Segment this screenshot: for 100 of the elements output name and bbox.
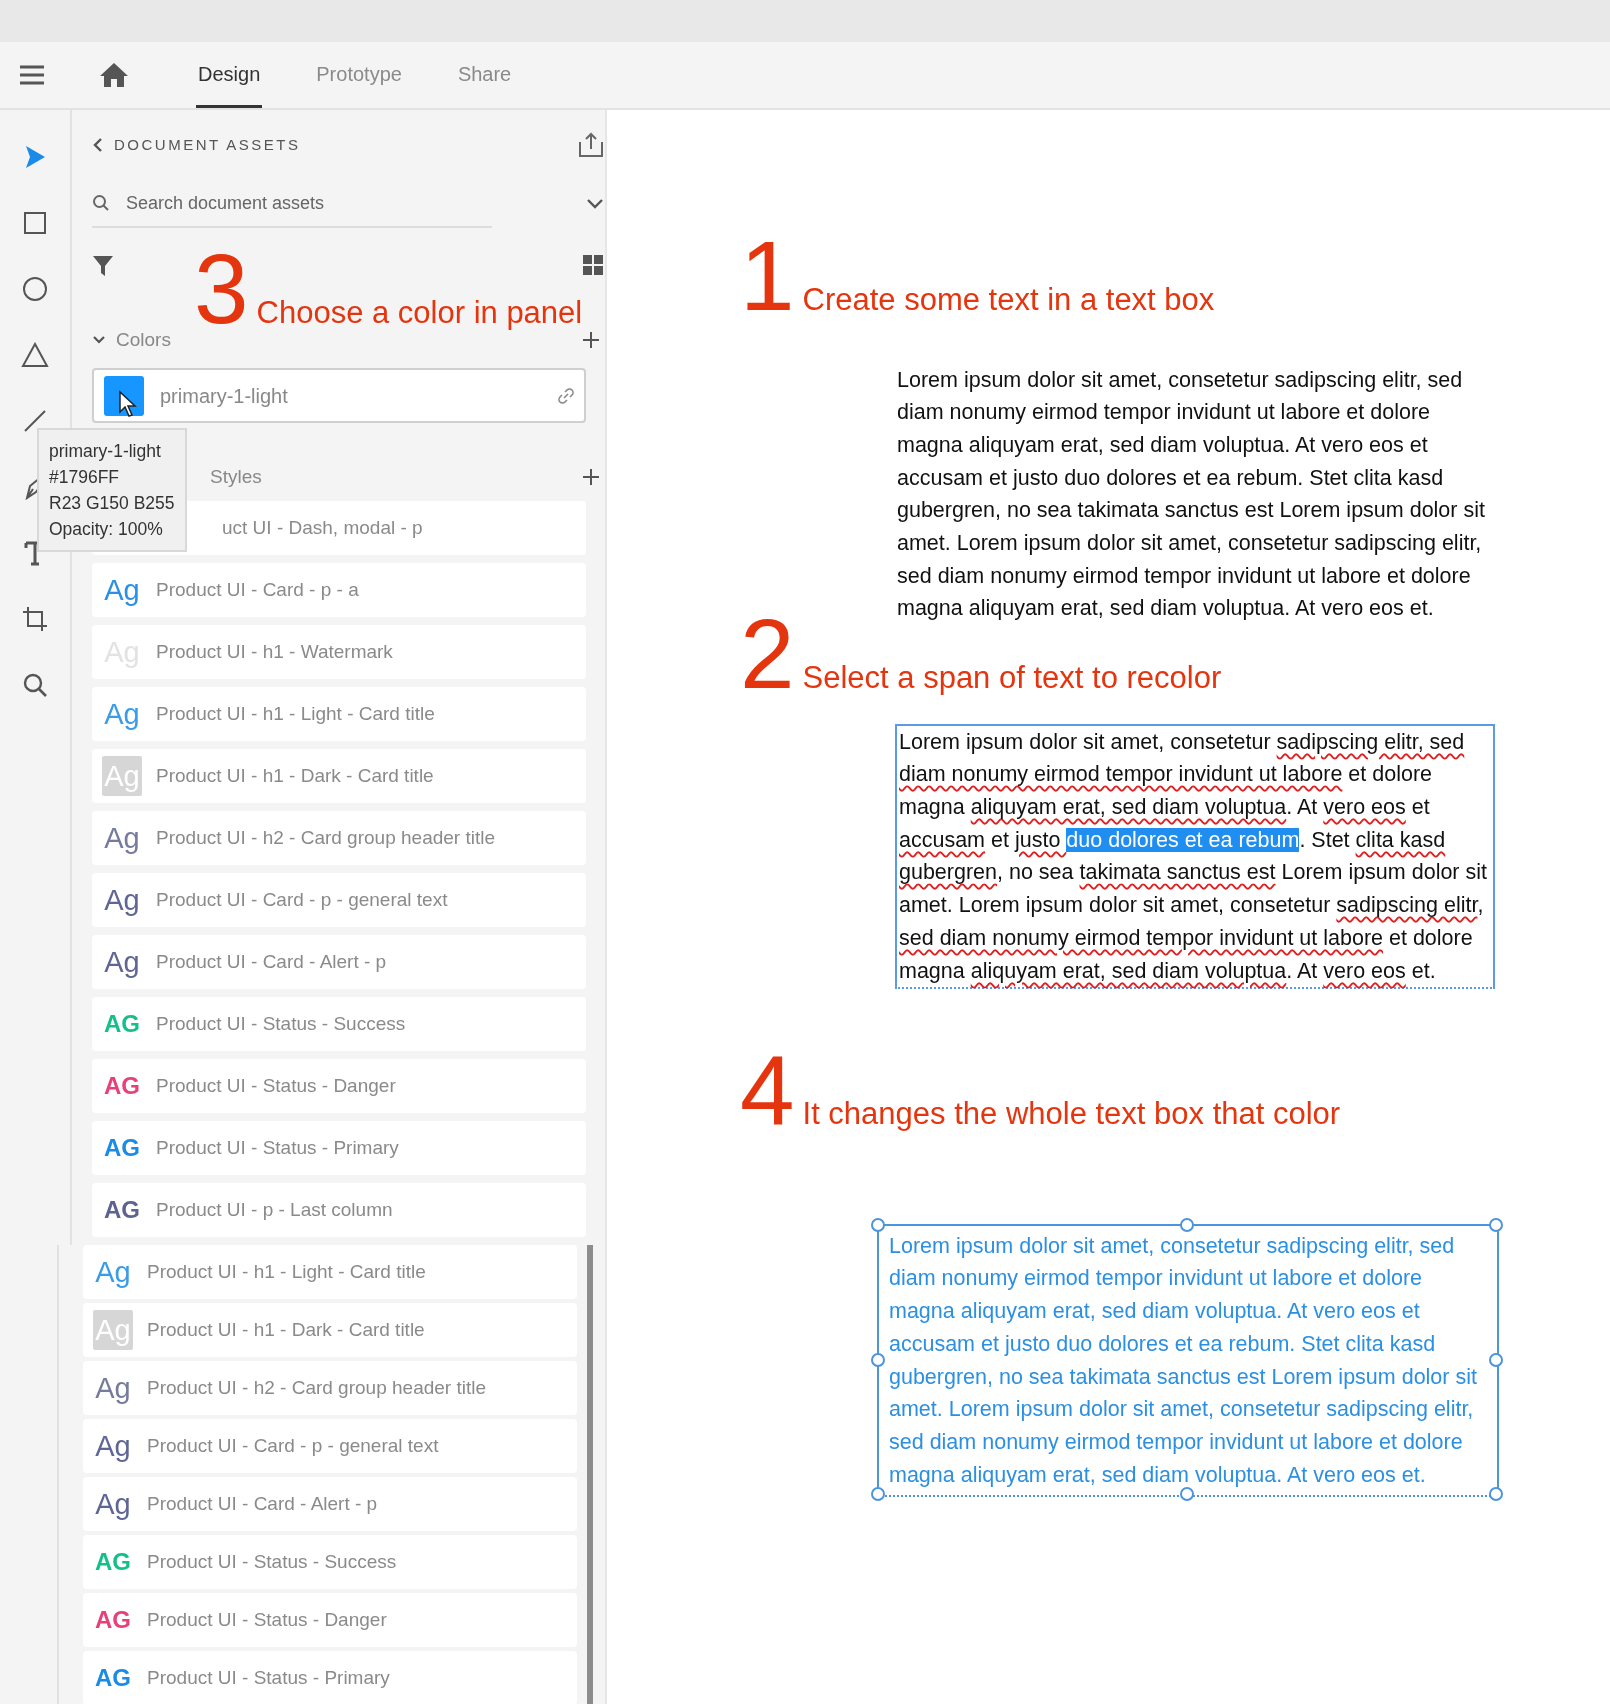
text-style-swatch: Ag (93, 1252, 133, 1292)
section-label: Colors (116, 327, 171, 352)
search-input[interactable]: Search document assets (124, 188, 464, 218)
step-caption: Select a span of text to recolor (802, 659, 1222, 698)
style-item[interactable]: Ag Product UI - h2 - Card group header title (83, 1361, 577, 1415)
style-name: Product UI - Card - Alert - p (147, 1491, 378, 1516)
link-icon[interactable] (558, 387, 574, 404)
search-icon[interactable] (22, 672, 48, 698)
section-label: Styles (210, 464, 262, 489)
style-name: Product UI - Status - Success (156, 1011, 406, 1036)
text-style-swatch: AG (102, 1066, 142, 1106)
style-item[interactable]: AG Product UI - Status - Primary (83, 1651, 577, 1704)
style-name: Product UI - h1 - Light - Card title (147, 1259, 426, 1284)
color-item[interactable]: primary-1-light (92, 368, 586, 423)
search-icon (92, 194, 110, 212)
resize-handle[interactable] (1489, 1217, 1503, 1232)
plus-icon[interactable] (582, 468, 601, 486)
resize-handle[interactable] (1489, 1352, 1503, 1367)
style-name: Product UI - Card - p - general text (147, 1433, 439, 1458)
menu-icon[interactable] (18, 64, 46, 86)
chevron-icon[interactable] (92, 334, 106, 346)
style-item[interactable]: AG Product UI - Status - Success (92, 997, 586, 1051)
share-icon[interactable] (578, 132, 605, 158)
text-box[interactable]: Lorem ipsum dolor sit amet, consetetur sadipscing elitr, sed diam nonumy eirmod tempor invidunt ut labore et dolore magna aliquyam erat, sed diam voluptua. At vero eos et accusam et justo duo dolores et ea rebum. Stet clita kasd gubergren, no sea takimata sanctus est Lorem ipsum dolor sit amet. Lorem ipsum dolor sit amet, consetetur sadipscing elitr, sed diam nonumy eirmod tempor invidunt ut labore et dolore magna aliquyam erat, sed diam voluptua. At vero eos et. (895, 723, 1495, 990)
resize-handle[interactable] (1180, 1487, 1194, 1502)
text-style-swatch: Ag (102, 818, 142, 858)
step-number: 3 (194, 248, 249, 332)
body-text: Lorem ipsum dolor sit amet, consetetur sadipscing elitr, sed diam nonumy eirmod tempor invidunt ut labore et dolore magna aliquyam erat, sed diam voluptua. At vero eos et accusam et justo duo dolores et ea rebum. Stet clita kasd gubergren, no sea takimata sanctus est Lorem ipsum dolor sit amet. Lorem ipsum dolor sit amet, consetetur sadipscing elitr, sed diam nonumy eirmod tempor invidunt ut labore et dolore magna aliquyam erat, sed diam voluptua. At vero eos et. (889, 1232, 1478, 1489)
search-field[interactable]: Search document assets (92, 180, 492, 228)
style-item[interactable]: Ag Product UI - Card - Alert - p (83, 1477, 577, 1531)
resize-handle[interactable] (1489, 1487, 1503, 1502)
style-item[interactable]: Ag Product UI - Card - p - a (92, 563, 586, 617)
app-tab[interactable]: Share (455, 42, 514, 108)
style-name: Product UI - Status - Success (147, 1549, 397, 1574)
circle-icon[interactable] (22, 276, 48, 302)
style-item[interactable]: Ag Product UI - Card - p - general text (92, 873, 586, 927)
home-icon[interactable] (99, 62, 129, 88)
color-name: primary-1-light (160, 383, 289, 409)
style-name: Product UI - h1 - Light - Card title (156, 701, 435, 726)
scrollbar[interactable] (587, 1245, 593, 1704)
grid-view-icon[interactable] (582, 254, 605, 276)
style-item[interactable]: AG Product UI - p - Last column (92, 1183, 586, 1237)
text-style-swatch: Ag (102, 880, 142, 920)
back-chevron-icon[interactable] (92, 137, 104, 153)
style-name: Product UI - h1 - Dark - Card title (156, 763, 434, 788)
text-style-swatch: Ag (102, 694, 142, 734)
step-number: 4 (740, 1049, 795, 1133)
artboard-icon[interactable] (22, 606, 48, 632)
style-name: Product UI - p - Last column (156, 1197, 393, 1222)
filter-icon[interactable] (92, 254, 114, 278)
style-item[interactable]: Ag Product UI - Card - Alert - p (92, 935, 586, 989)
style-name: Product UI - Status - Primary (147, 1665, 390, 1690)
text-style-swatch: AG (102, 1004, 142, 1044)
style-item[interactable]: Ag Product UI - h2 - Card group header title (92, 811, 586, 865)
text-style-swatch: AG (93, 1658, 133, 1698)
step-number: 2 (740, 613, 795, 697)
resize-handle[interactable] (871, 1352, 885, 1367)
step-caption: Create some text in a text box (802, 281, 1215, 319)
style-name: Product UI - Status - Danger (147, 1607, 387, 1632)
text-style-swatch: AG (93, 1600, 133, 1640)
style-name: Product UI - h1 - Dark - Card title (147, 1317, 425, 1342)
triangle-icon[interactable] (21, 342, 49, 368)
body-text: Lorem ipsum dolor sit amet, consetetur sadipscing elitr, sed diam nonumy eirmod tempor invidunt ut labore et dolore magna aliquyam erat, sed diam voluptua. At vero eos et accusam et justo duo dolores et ea rebum. Stet clita kasd gubergren, no sea takimata sanctus est Lorem ipsum dolor sit amet. Lorem ipsum dolor sit amet, consetetur sadipscing elitr, sed diam nonumy eirmod tempor invidunt ut labore et dolore magna aliquyam erat, sed diam voluptua. At vero eos et. (897, 366, 1486, 623)
tooltip-text: primary-1-light (49, 440, 162, 463)
style-item[interactable]: AG Product UI - Status - Danger (83, 1593, 577, 1647)
text-style-swatch: AG (93, 1542, 133, 1582)
text-style-swatch: Ag (102, 942, 142, 982)
text-style-swatch: Ag (102, 570, 142, 610)
resize-handle[interactable] (871, 1217, 885, 1232)
panel-title: DOCUMENT ASSETS (114, 134, 301, 155)
text-style-swatch: Ag (93, 1368, 133, 1408)
step-number: 1 (740, 235, 795, 319)
step-caption: Choose a color in panel (256, 294, 583, 332)
line-icon[interactable] (23, 409, 47, 433)
style-item[interactable]: Ag Product UI - h1 - Light - Card title (92, 687, 586, 741)
style-name: Product UI - Card - p - a (156, 577, 359, 602)
chevron-down-icon[interactable] (586, 198, 605, 210)
style-name: uct UI - Dash, modal - p (222, 515, 423, 540)
style-name: Product UI - Status - Primary (156, 1135, 399, 1160)
step-caption: It changes the whole text box that color (802, 1095, 1341, 1134)
rectangle-icon[interactable] (23, 211, 47, 235)
style-name: Product UI - h2 - Card group header title (156, 825, 495, 850)
text-style-swatch: Ag (93, 1426, 133, 1466)
text-style-swatch: Ag (93, 1484, 133, 1524)
style-name: Product UI - Card - p - general text (156, 887, 448, 912)
style-item[interactable]: Ag Product UI - Card - p - general text (83, 1419, 577, 1473)
style-item[interactable]: Ag Product UI - h1 - Light - Card title (83, 1245, 577, 1299)
resize-handle[interactable] (871, 1487, 885, 1502)
resize-handle[interactable] (1180, 1217, 1194, 1232)
style-name: Product UI - h2 - Card group header title (147, 1375, 486, 1400)
style-name: Product UI - h1 - Watermark (156, 639, 393, 664)
app-tab[interactable]: Prototype (314, 42, 404, 108)
style-item[interactable]: AG Product UI - Status - Primary (92, 1121, 586, 1175)
text-style-swatch: AG (102, 1128, 142, 1168)
style-item[interactable]: AG Product UI - Status - Danger (92, 1059, 586, 1113)
plus-icon[interactable] (582, 331, 601, 349)
text-style-swatch: AG (102, 1190, 142, 1230)
style-item[interactable]: AG Product UI - Status - Success (83, 1535, 577, 1589)
pointer-icon[interactable] (23, 144, 47, 170)
style-name: Product UI - Status - Danger (156, 1073, 396, 1098)
